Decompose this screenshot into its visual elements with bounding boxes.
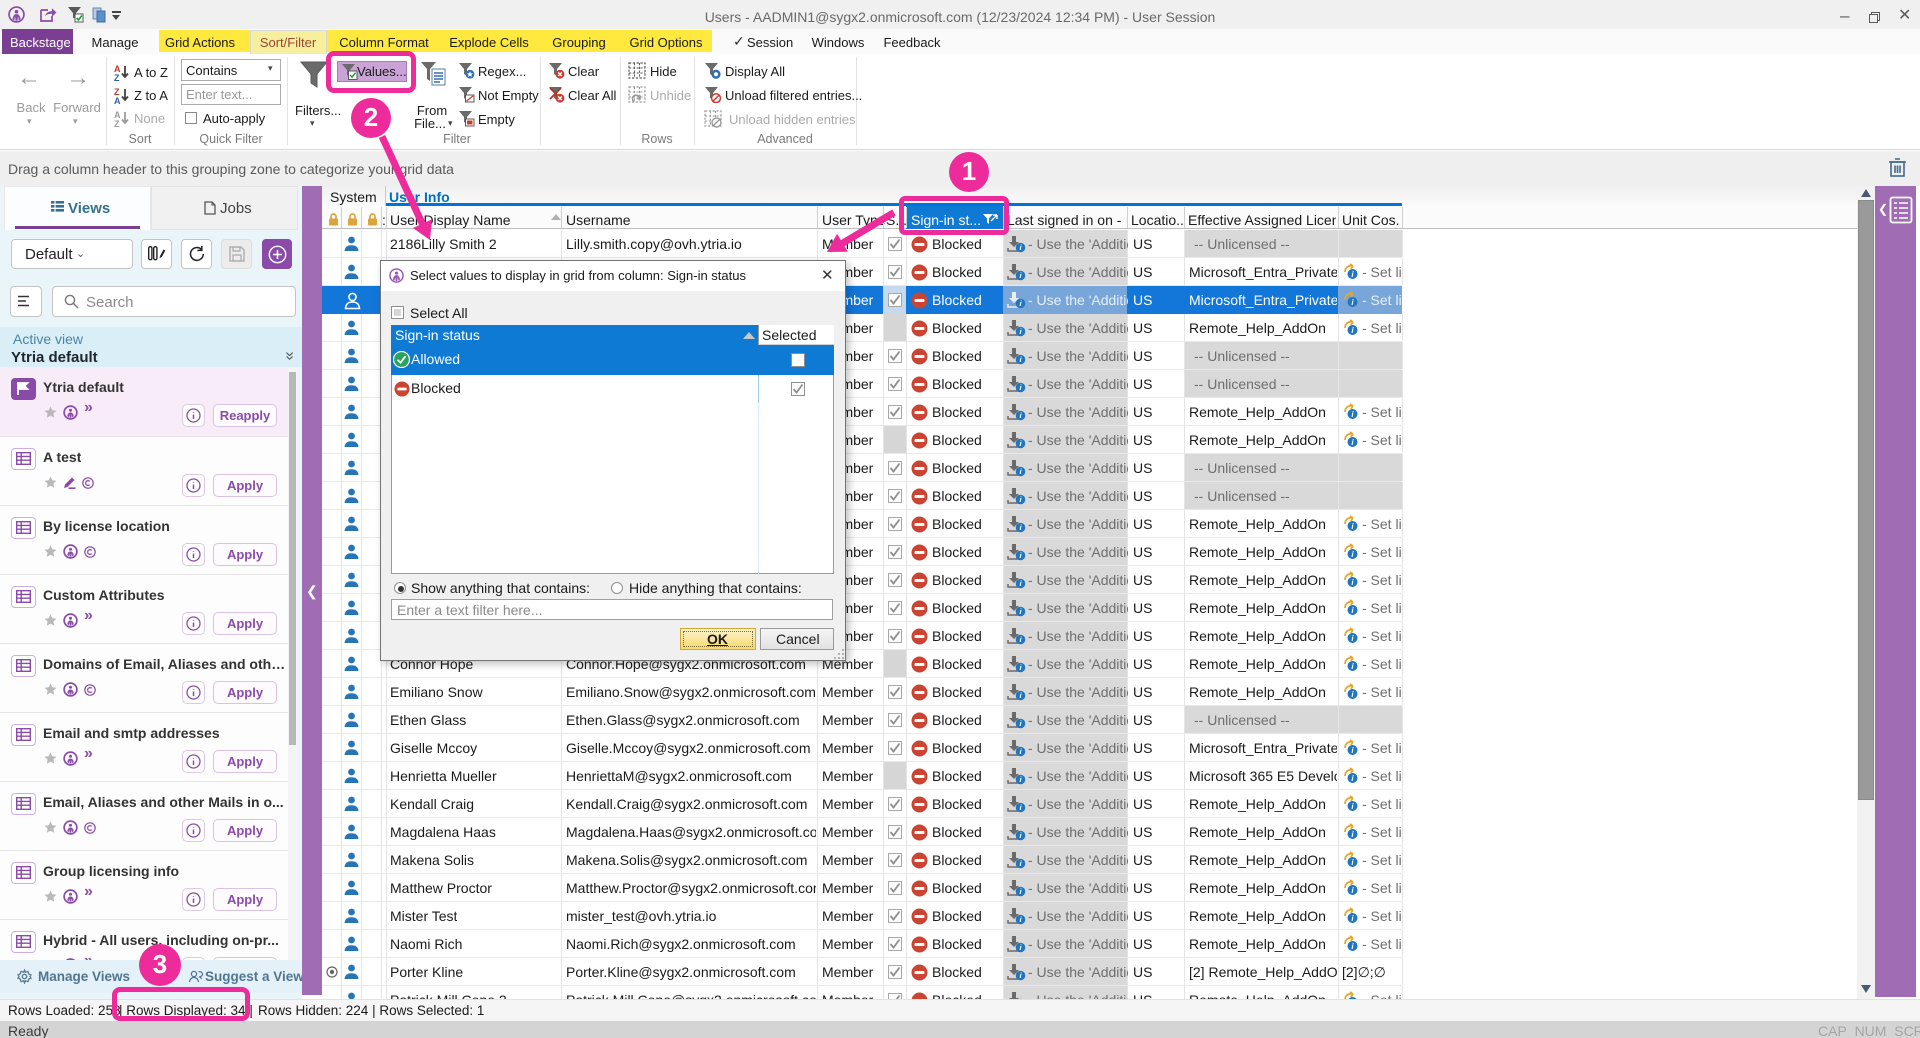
svg-text:Z: Z <box>114 119 120 127</box>
svg-text:A: A <box>114 96 121 104</box>
svg-text:Z: Z <box>114 73 120 81</box>
